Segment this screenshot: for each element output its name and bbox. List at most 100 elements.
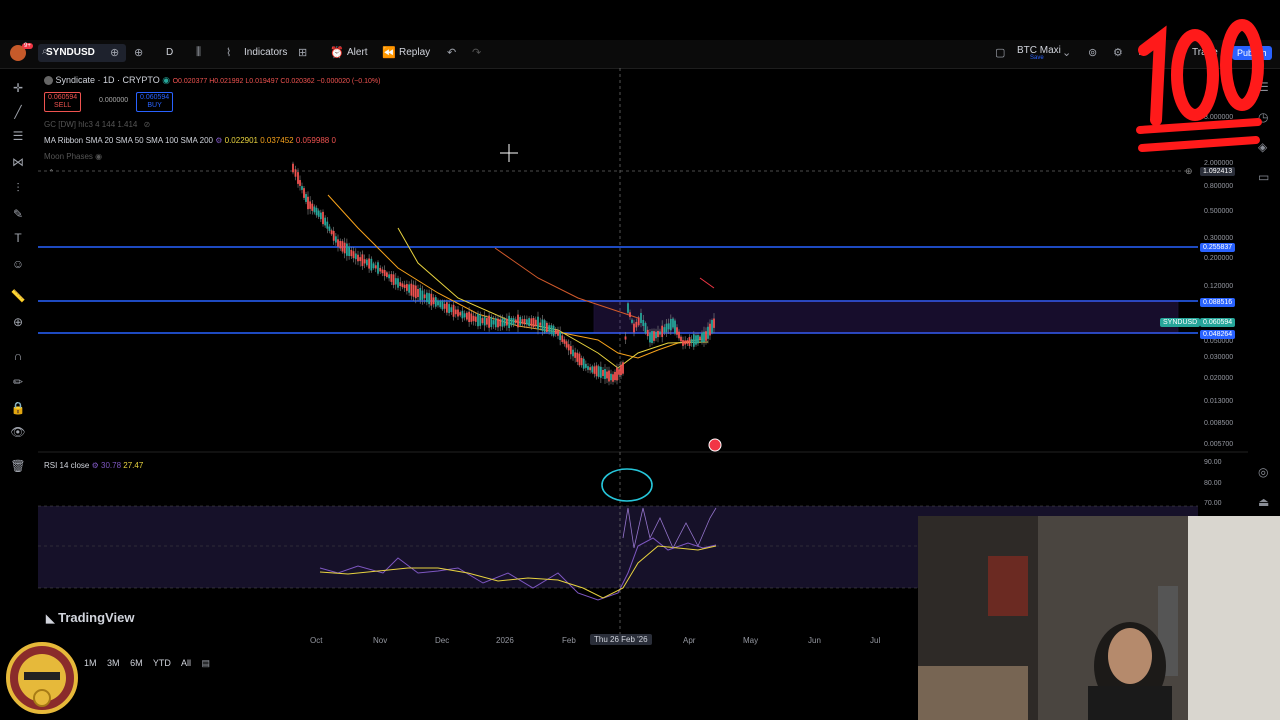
candle-body	[667, 323, 670, 330]
undo-icon[interactable]: ↶	[447, 46, 456, 59]
buy-button[interactable]: 0.060594 BUY	[136, 92, 174, 112]
candle-body	[463, 313, 466, 318]
candle-body	[597, 366, 600, 377]
crosshair-price-tag: 1.092413	[1200, 167, 1236, 176]
candle-body	[368, 258, 371, 269]
text-tool-icon[interactable]: T	[10, 230, 26, 246]
candle-body	[705, 331, 707, 341]
brush-tool-icon[interactable]: ✎	[10, 206, 26, 222]
candle-body	[676, 327, 678, 335]
hidden-eye-icon[interactable]: ⊘	[144, 120, 151, 129]
candle-body	[697, 335, 699, 344]
candle-body	[343, 242, 346, 254]
candle-body	[525, 319, 528, 325]
range-1m-button[interactable]: 1M	[84, 658, 97, 668]
chat-icon[interactable]: ▭	[1258, 170, 1269, 184]
line-price-tag-mid: 0.088516	[1200, 298, 1236, 307]
buy-label: BUY	[147, 102, 162, 109]
candle-body	[459, 312, 462, 316]
market-status-icon: ◉	[162, 75, 171, 85]
candle-body	[580, 357, 583, 366]
layout-icon[interactable]: ▢	[995, 46, 1005, 59]
candle-body	[709, 323, 711, 336]
ma-value-4: 0	[331, 136, 336, 145]
range-3m-button[interactable]: 3M	[107, 658, 120, 668]
candle-body	[669, 318, 672, 331]
keep-drawing-icon[interactable]: ✏	[10, 374, 26, 390]
crosshair-tool-icon[interactable]: ✛	[10, 80, 26, 96]
candle-body	[417, 289, 419, 297]
redo-icon[interactable]: ↷	[472, 46, 481, 59]
candle-body	[680, 336, 682, 342]
candle-body	[699, 336, 701, 341]
candle-body	[576, 352, 579, 362]
trend-line-tool-icon[interactable]: ╱	[10, 104, 26, 120]
add-symbol-icon[interactable]: ⊕	[134, 46, 143, 59]
pattern-tool-icon[interactable]: ⋈	[10, 154, 26, 170]
candle-body	[672, 318, 674, 328]
interval-button[interactable]: D	[166, 47, 173, 58]
candle-body	[692, 334, 695, 347]
rewind-icon: ⏪	[382, 47, 396, 59]
quick-search-icon[interactable]: ⊚	[1088, 46, 1097, 59]
lock-icon[interactable]: 🔒	[10, 400, 26, 416]
replay-button[interactable]: Replay	[399, 47, 430, 58]
candle-body	[595, 365, 598, 377]
candle-body	[649, 333, 651, 343]
collapse-legend-icon[interactable]: ⌃	[48, 168, 55, 177]
time-tick: Feb	[562, 636, 576, 645]
trash-icon[interactable]: 🗑	[10, 458, 26, 474]
gc-indicator-label: GC [DW] hlc3 4 144 1.414	[44, 120, 138, 129]
candle-body	[523, 318, 526, 325]
candle-body	[457, 309, 459, 317]
candle-body	[608, 370, 610, 382]
chevron-down-icon[interactable]: ⌄	[1062, 46, 1071, 59]
settings-icon[interactable]: ⚙	[215, 136, 222, 145]
moon-phases-label: Moon Phases	[44, 152, 93, 161]
crosshair-add-icon[interactable]: ⊕	[1185, 166, 1193, 177]
candle-body	[563, 339, 566, 344]
rsi-settings-icon[interactable]: ⚙	[92, 461, 99, 470]
sell-button[interactable]: 0.060594 SELL	[44, 92, 82, 112]
settings-gear-icon[interactable]: ⚙	[1113, 46, 1123, 59]
eject-icon[interactable]: ⏏	[1258, 495, 1269, 509]
candle-body	[330, 230, 333, 235]
candle-body	[582, 358, 585, 369]
candle-body	[443, 303, 446, 309]
legend-ohlc: O0.020377 H0.021992 L0.019497 C0.020362 …	[172, 78, 381, 85]
tv-logo-icon: ◣	[46, 613, 55, 625]
rsi-tick: 70.00	[1204, 500, 1222, 507]
candle-body	[303, 188, 305, 198]
candle-body	[370, 258, 373, 271]
indicators-button[interactable]: Indicators	[244, 47, 287, 58]
alert-button[interactable]: Alert	[347, 47, 368, 58]
candle-body	[377, 262, 379, 274]
date-range-calendar-icon[interactable]: ▤	[201, 658, 210, 668]
magnet-tool-icon[interactable]: ∩	[10, 348, 26, 364]
range-ytd-button[interactable]: YTD	[153, 658, 171, 668]
candle-body	[477, 313, 479, 327]
candle-body	[454, 309, 457, 315]
compare-icon[interactable]: ⊕	[110, 46, 119, 59]
ruler-tool-icon[interactable]: 📏	[10, 288, 26, 304]
candle-body	[334, 236, 337, 243]
candle-body	[363, 259, 366, 264]
price-tick: 0.030000	[1204, 354, 1234, 361]
range-all-button[interactable]: All	[181, 658, 191, 668]
candle-body	[439, 301, 442, 308]
candle-body	[412, 284, 415, 297]
zoom-tool-icon[interactable]: ⊕	[10, 314, 26, 330]
candle-body	[423, 294, 426, 299]
templates-icon[interactable]: ⊞	[298, 46, 307, 59]
prediction-tool-icon[interactable]: ⫶	[10, 180, 26, 196]
candles-icon[interactable]: ⫼	[196, 46, 201, 59]
eye-icon[interactable]: 👁	[10, 424, 26, 440]
candle-body	[485, 318, 488, 325]
range-6m-button[interactable]: 6M	[130, 658, 143, 668]
eye-toggle-icon[interactable]: ◉	[95, 152, 102, 161]
emoji-tool-icon[interactable]: ☺	[10, 256, 26, 272]
candle-body	[399, 282, 402, 286]
fib-tool-icon[interactable]: ☰	[10, 128, 26, 144]
candle-body	[324, 217, 327, 226]
target-icon[interactable]: ◎	[1258, 465, 1268, 479]
